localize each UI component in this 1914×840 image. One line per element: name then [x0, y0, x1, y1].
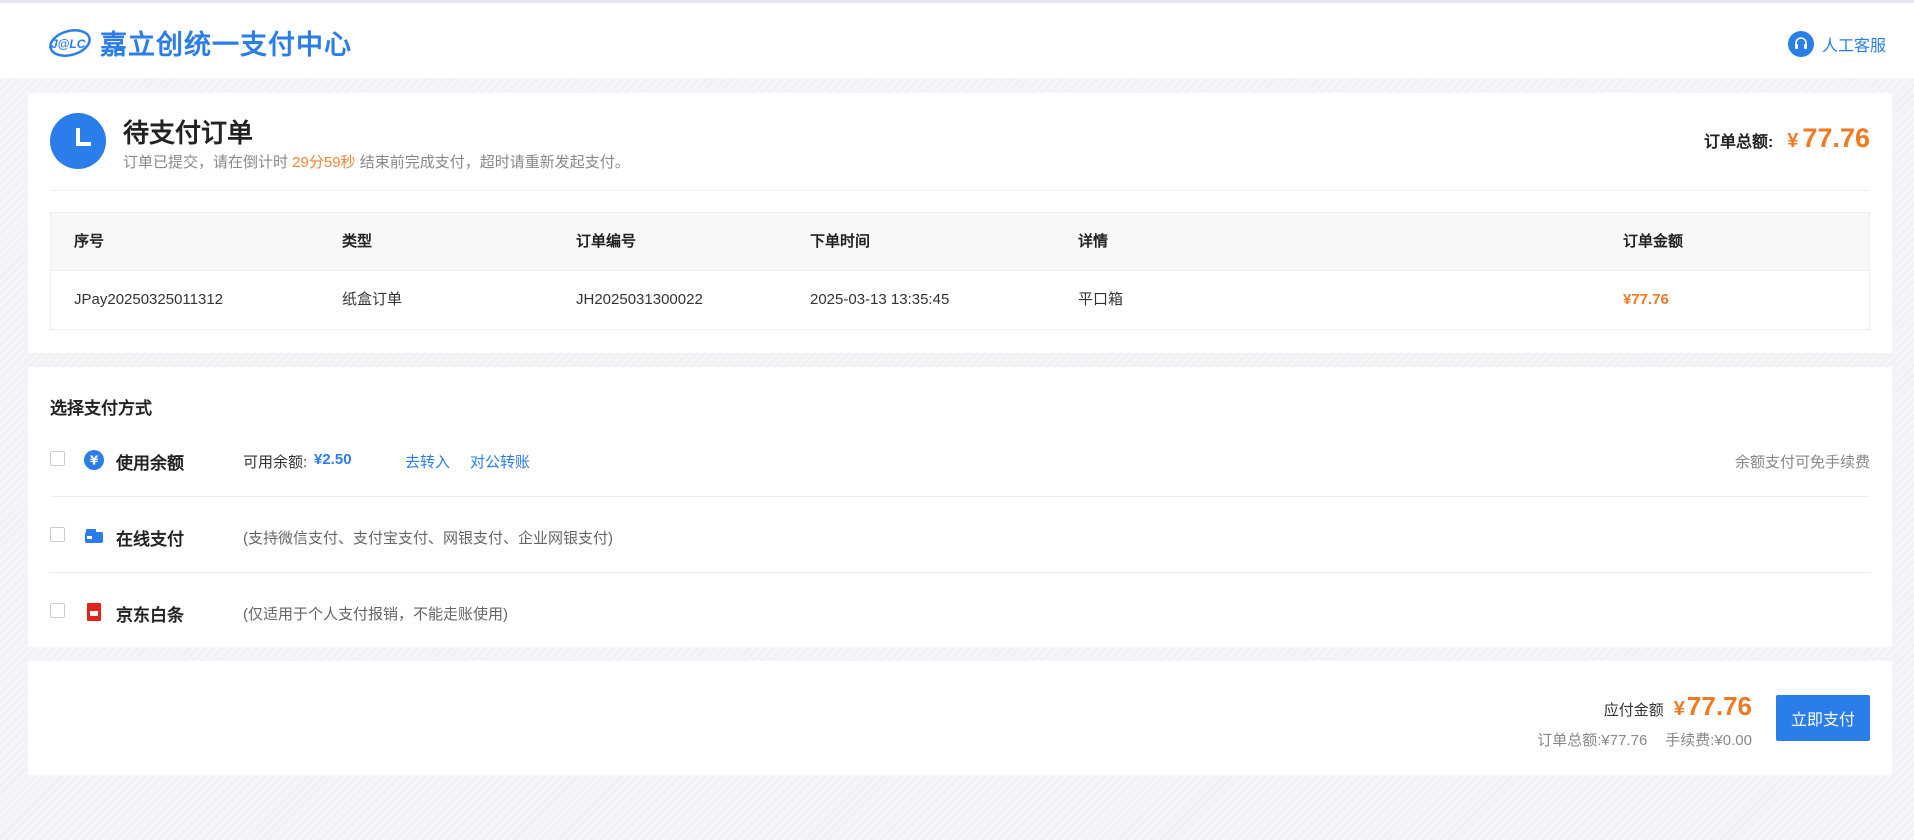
yuan-coin-icon: ¥: [84, 450, 104, 470]
order-table: 序号 类型 订单编号 下单时间 详情 订单金额 JPay202503250113…: [50, 212, 1870, 330]
clock-icon: [50, 113, 106, 169]
summary-order-total: 订单总额:¥77.76: [1537, 732, 1648, 749]
customer-service-label: 人工客服: [1821, 38, 1886, 55]
col-header-detail: 详情: [1078, 233, 1109, 250]
top-bar: J@LC 嘉立创统一支付中心 人工客服: [0, 0, 1914, 78]
jlc-logo-icon: J@LC: [48, 28, 92, 58]
jd-baitiao-label: 京东白条: [116, 606, 184, 625]
site-title: 嘉立创统一支付中心: [100, 30, 352, 60]
order-notice-prefix: 订单已提交，请在倒计时: [123, 154, 293, 171]
balance-fee-note: 余额支付可免手续费: [1734, 454, 1870, 471]
col-header-time: 下单时间: [810, 233, 871, 250]
online-pay-label: 在线支付: [116, 530, 184, 549]
cell-order-no: JH2025031300022: [576, 291, 703, 308]
cell-detail: 平口箱: [1078, 291, 1124, 308]
cell-amount: ¥77.76: [1623, 291, 1669, 308]
wallet-icon: [84, 526, 104, 546]
table-row: JPay20250325011312 纸盒订单 JH2025031300022 …: [51, 271, 1869, 329]
payment-section-title: 选择支付方式: [50, 399, 152, 418]
order-title: 待支付订单: [123, 118, 254, 148]
countdown-timer: 29分59秒: [292, 154, 356, 171]
available-balance-label: 可用余额:: [243, 454, 308, 471]
online-pay-checkbox[interactable]: [50, 527, 65, 542]
summary-fee: 手续费:¥0.00: [1665, 732, 1752, 749]
order-total: 订单总额: ¥ 77.76: [1704, 123, 1870, 154]
jd-baitiao-icon: [84, 602, 104, 622]
online-pay-desc: (支持微信支付、支付宝支付、网银支付、企业网银支付): [243, 530, 613, 547]
payable-value: 77.76: [1686, 691, 1752, 721]
col-header-type: 类型: [342, 233, 373, 250]
order-header: 待支付订单 订单已提交，请在倒计时 29分59秒 结束前完成支付，超时请重新发起…: [50, 113, 1870, 191]
customer-service-link[interactable]: 人工客服: [1787, 31, 1886, 57]
top-up-link[interactable]: 去转入: [405, 451, 450, 472]
pay-now-button[interactable]: 立即支付: [1776, 695, 1870, 741]
svg-text:¥: ¥: [90, 454, 99, 468]
payment-summary-card: 应付金额 ¥ 77.76 订单总额:¥77.76 手续费:¥0.00 立即支付: [28, 661, 1892, 775]
payment-option-online[interactable]: 在线支付 (支持微信支付、支付宝支付、网银支付、企业网银支付): [50, 497, 1870, 573]
order-total-amount: 77.76: [1802, 123, 1870, 153]
cell-seq: JPay20250325011312: [74, 291, 224, 308]
corporate-transfer-link[interactable]: 对公转账: [470, 451, 530, 472]
order-total-label: 订单总额:: [1703, 134, 1774, 151]
payable-currency: ¥: [1673, 698, 1685, 720]
headset-icon: [1787, 31, 1814, 57]
cell-time: 2025-03-13 13:35:45: [810, 291, 950, 308]
payment-option-balance[interactable]: ¥ 使用余额 可用余额: ¥2.50 去转入 对公转账 余额支付可免手续费: [50, 421, 1870, 497]
jd-baitiao-desc: (仅适用于个人支付报销，不能走账使用): [243, 606, 508, 623]
col-header-seq: 序号: [74, 233, 105, 250]
order-notice-suffix: 结束前完成支付，超时请重新发起支付。: [355, 154, 630, 171]
payable-label: 应付金额: [1603, 702, 1664, 719]
order-notice: 订单已提交，请在倒计时 29分59秒 结束前完成支付，超时请重新发起支付。: [123, 151, 630, 172]
payment-method-card: 选择支付方式 ¥ 使用余额 可用余额: ¥2.50 去转入 对公转账 余额支付可…: [28, 367, 1892, 647]
col-header-order-no: 订单编号: [576, 233, 637, 250]
cell-type: 纸盒订单: [342, 291, 403, 308]
logo-text: J@LC: [51, 37, 86, 51]
brand-logo[interactable]: J@LC 嘉立创统一支付中心: [48, 23, 352, 62]
table-header: 序号 类型 订单编号 下单时间 详情 订单金额: [51, 213, 1869, 271]
payable-amount: 应付金额 ¥ 77.76: [1604, 691, 1752, 722]
jd-baitiao-checkbox[interactable]: [50, 603, 65, 618]
order-total-currency: ¥: [1787, 130, 1799, 152]
order-card: 待支付订单 订单已提交，请在倒计时 29分59秒 结束前完成支付，超时请重新发起…: [28, 93, 1892, 353]
col-header-amount: 订单金额: [1623, 233, 1684, 250]
balance-checkbox[interactable]: [50, 451, 65, 466]
available-balance-value: ¥2.50: [314, 451, 352, 468]
balance-option-label: 使用余额: [116, 454, 184, 473]
fee-breakdown: 订单总额:¥77.76 手续费:¥0.00: [1537, 729, 1752, 750]
payment-option-jd-baitiao[interactable]: 京东白条 (仅适用于个人支付报销，不能走账使用): [50, 573, 1870, 649]
